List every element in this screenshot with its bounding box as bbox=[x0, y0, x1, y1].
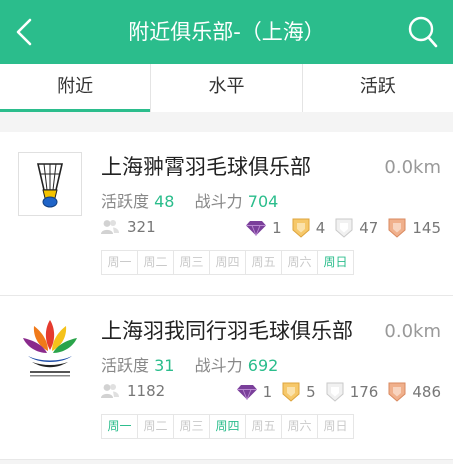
silver-shield-icon bbox=[326, 382, 344, 402]
medal-list: 1 4 47 145 bbox=[236, 218, 441, 238]
back-arrow-icon[interactable] bbox=[8, 14, 44, 50]
club-card[interactable]: 上海翀霄羽毛球俱乐部 0.0km 活跃度 48 战斗力 704 321 1 4 … bbox=[0, 132, 453, 296]
activity-value: 48 bbox=[154, 192, 175, 211]
activity-value: 31 bbox=[154, 356, 175, 375]
active-days: 周一 周二 周三 周四 周五 周六 周日 bbox=[101, 250, 354, 275]
tab-activity[interactable]: 活跃 bbox=[301, 64, 453, 112]
filter-tabs: 附近 水平 活跃 bbox=[0, 64, 453, 112]
member-count: 1182 bbox=[101, 382, 165, 400]
diamond-medal: 1 bbox=[236, 383, 273, 401]
day-sat: 周六 bbox=[281, 250, 318, 275]
active-days: 周一 周二 周三 周四 周五 周六 周日 bbox=[101, 414, 354, 439]
search-icon[interactable] bbox=[405, 12, 441, 52]
app-header: 附近俱乐部-（上海） bbox=[0, 0, 453, 64]
bronze-medal: 145 bbox=[388, 218, 441, 238]
tab-nearby[interactable]: 附近 bbox=[0, 64, 151, 112]
club-meta: 321 1 4 47 145 bbox=[101, 218, 441, 242]
power-label: 战斗力 bbox=[194, 356, 243, 375]
member-count: 321 bbox=[101, 218, 156, 236]
diamond-count: 1 bbox=[272, 219, 282, 237]
gold-shield-icon bbox=[292, 218, 310, 238]
silver-medal: 47 bbox=[335, 218, 378, 238]
power-value: 704 bbox=[247, 192, 279, 211]
day-mon: 周一 bbox=[101, 414, 138, 439]
member-count-value: 321 bbox=[127, 218, 156, 236]
club-name: 上海羽我同行羽毛球俱乐部 bbox=[101, 319, 353, 343]
day-thu: 周四 bbox=[209, 250, 246, 275]
day-sun: 周日 bbox=[317, 414, 354, 439]
flame-petal-logo-icon bbox=[18, 316, 82, 380]
members-icon bbox=[101, 384, 119, 398]
club-card[interactable]: 上海羽我同行羽毛球俱乐部 0.0km 活跃度 31 战斗力 692 1182 1… bbox=[0, 296, 453, 460]
day-wed: 周三 bbox=[173, 414, 210, 439]
power-label: 战斗力 bbox=[194, 192, 243, 211]
diamond-count: 1 bbox=[262, 383, 273, 401]
bronze-shield-icon bbox=[388, 218, 406, 238]
day-fri: 周五 bbox=[245, 250, 282, 275]
silver-count: 176 bbox=[349, 383, 379, 401]
gold-count: 5 bbox=[306, 383, 316, 401]
day-sat: 周六 bbox=[281, 414, 318, 439]
activity-label: 活跃度 bbox=[101, 192, 150, 211]
day-sun: 周日 bbox=[317, 250, 354, 275]
club-meta: 1182 1 5 176 486 bbox=[101, 382, 441, 406]
club-name: 上海翀霄羽毛球俱乐部 bbox=[101, 155, 311, 179]
members-icon bbox=[101, 220, 119, 234]
bronze-medal: 486 bbox=[388, 382, 441, 402]
member-count-value: 1182 bbox=[127, 382, 166, 400]
silver-shield-icon bbox=[335, 218, 353, 238]
diamond-icon bbox=[246, 221, 267, 236]
club-distance: 0.0km bbox=[384, 157, 441, 178]
club-distance: 0.0km bbox=[384, 321, 441, 342]
day-mon: 周一 bbox=[101, 250, 138, 275]
page-title: 附近俱乐部-（上海） bbox=[128, 20, 325, 44]
gold-medal: 4 bbox=[292, 218, 326, 238]
tab-level[interactable]: 水平 bbox=[150, 64, 301, 112]
bronze-count: 145 bbox=[412, 219, 441, 237]
activity-label: 活跃度 bbox=[101, 356, 150, 375]
club-list: 上海翀霄羽毛球俱乐部 0.0km 活跃度 48 战斗力 704 321 1 4 … bbox=[0, 132, 453, 460]
club-stats: 活跃度 48 战斗力 704 bbox=[101, 188, 278, 212]
shuttlecock-logo-icon bbox=[18, 152, 82, 216]
bronze-count: 486 bbox=[412, 383, 441, 401]
gold-count: 4 bbox=[315, 219, 326, 237]
day-wed: 周三 bbox=[173, 250, 210, 275]
gold-medal: 5 bbox=[282, 382, 316, 402]
day-thu: 周四 bbox=[209, 414, 246, 439]
diamond-icon bbox=[236, 385, 257, 400]
club-stats: 活跃度 31 战斗力 692 bbox=[101, 352, 278, 376]
day-tue: 周二 bbox=[137, 250, 174, 275]
gold-shield-icon bbox=[282, 382, 300, 402]
bronze-shield-icon bbox=[388, 382, 406, 402]
silver-count: 47 bbox=[359, 219, 379, 237]
power-value: 692 bbox=[247, 356, 279, 375]
day-tue: 周二 bbox=[137, 414, 174, 439]
day-fri: 周五 bbox=[245, 414, 282, 439]
medal-list: 1 5 176 486 bbox=[227, 382, 441, 402]
silver-medal: 176 bbox=[326, 382, 379, 402]
diamond-medal: 1 bbox=[246, 219, 282, 237]
